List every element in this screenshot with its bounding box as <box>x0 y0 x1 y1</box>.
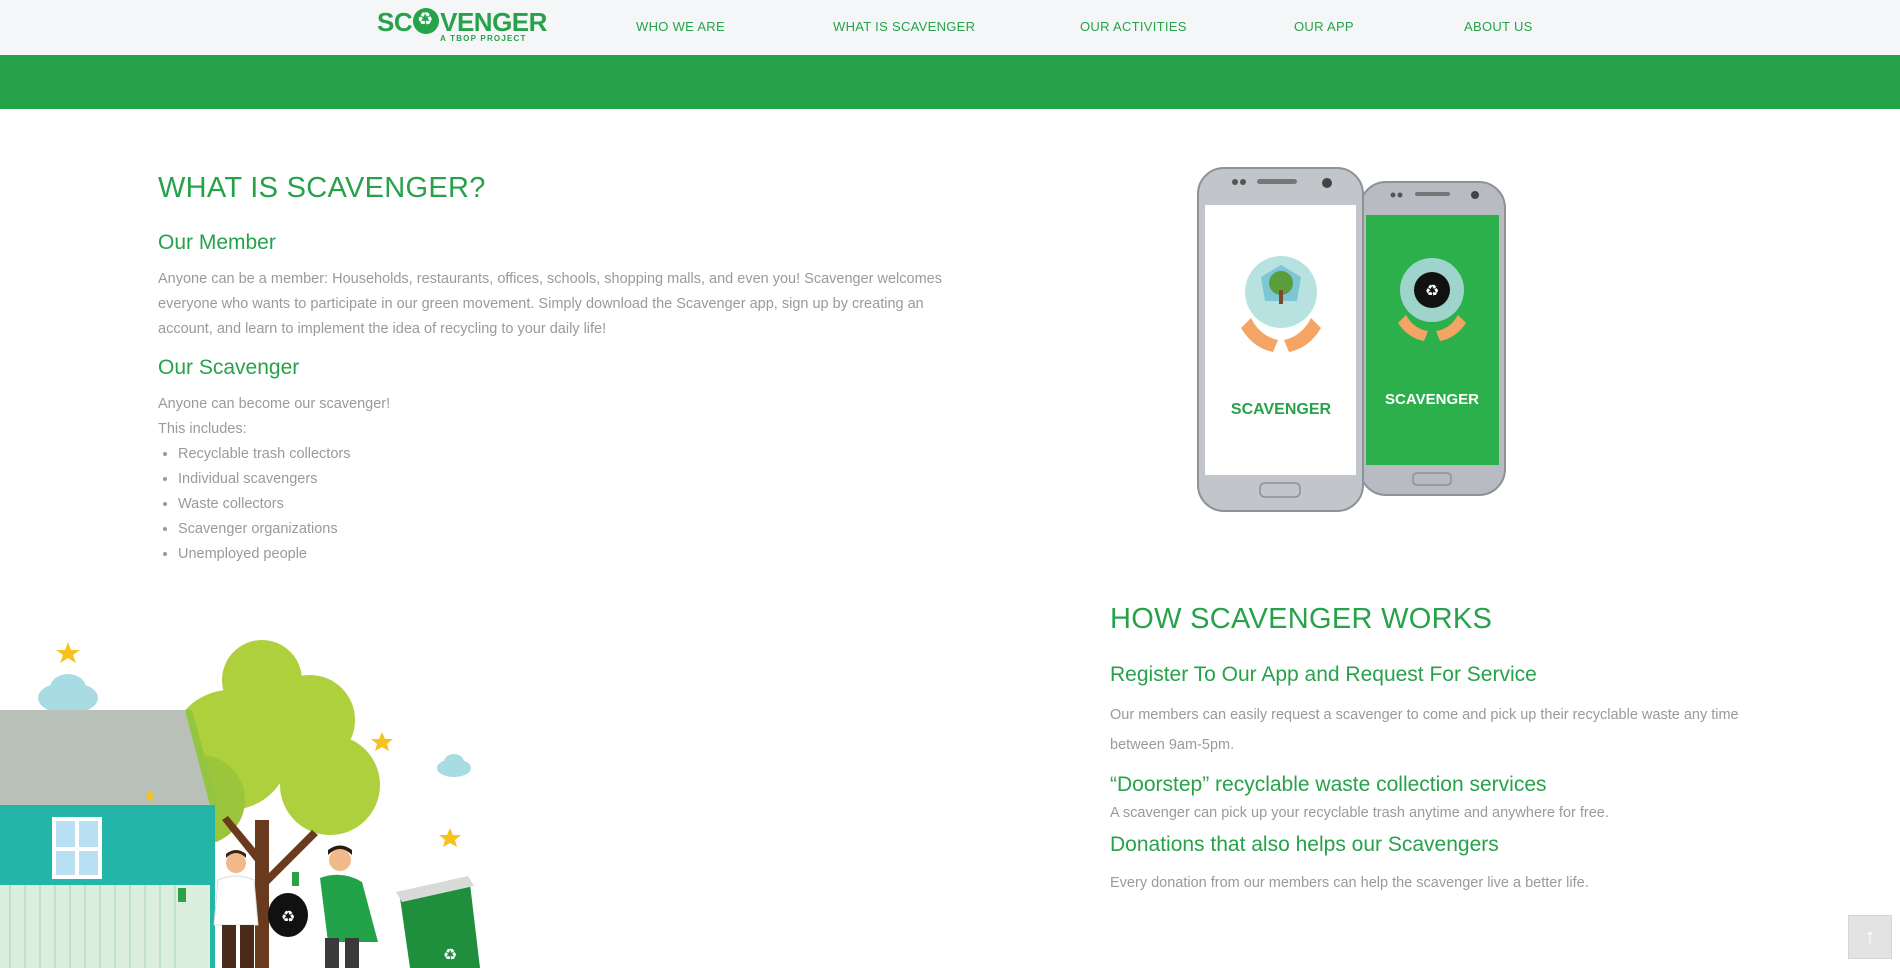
how-item-heading-doorstep: “Doorstep” recyclable waste collection s… <box>1110 773 1547 796</box>
member-heading: Our Member <box>158 231 276 254</box>
green-banner <box>0 55 1900 109</box>
phone-left-label: SCAVENGER <box>1231 401 1332 418</box>
nav-about-us[interactable]: ABOUT US <box>1464 19 1533 34</box>
list-item: Unemployed people <box>178 542 350 567</box>
scavenger-heading: Our Scavenger <box>158 356 300 379</box>
how-item-text-doorstep: A scavenger can pick up your recyclable … <box>1110 805 1609 821</box>
nav-who-we-are[interactable]: WHO WE ARE <box>636 19 725 34</box>
how-item-text-register: Our members can easily request a scaveng… <box>1110 707 1739 753</box>
how-works-title: HOW SCAVENGER WORKS <box>1110 603 1493 635</box>
how-item-heading-donations: Donations that also helps our Scavengers <box>1110 833 1499 856</box>
list-item: Individual scavengers <box>178 467 350 492</box>
scavenger-includes: This includes: <box>158 421 247 437</box>
arrow-up-icon: ↑ <box>1864 924 1876 949</box>
what-is-title: WHAT IS SCAVENGER? <box>158 172 486 204</box>
back-to-top-button[interactable]: ↑ <box>1848 915 1892 959</box>
scavenger-logo[interactable]: SCVENGER A TBOP PROJECT <box>377 7 547 43</box>
how-item-text-donations: Every donation from our members can help… <box>1110 875 1589 891</box>
svg-text:♻: ♻ <box>1425 281 1439 300</box>
member-text: Anyone can be a member: Households, rest… <box>158 271 942 337</box>
how-item-heading-register: Register To Our App and Request For Serv… <box>1110 663 1537 686</box>
list-item: Waste collectors <box>178 492 350 517</box>
list-item: Recyclable trash collectors <box>178 442 350 467</box>
recycle-icon <box>413 8 440 34</box>
site-header: SCVENGER A TBOP PROJECT WHO WE ARE WHAT … <box>0 0 1900 55</box>
scavenger-illustration: ♻ ♻ <box>0 640 480 968</box>
phone-right-label: SCAVENGER <box>1385 391 1479 408</box>
logo-tagline: A TBOP PROJECT <box>440 34 527 43</box>
svg-text:♻: ♻ <box>443 945 457 964</box>
scavenger-intro: Anyone can become our scavenger! <box>158 396 391 412</box>
app-phones-image: ♻ SCAVENGER SCAVENGER <box>1197 167 1506 512</box>
scavenger-list: Recyclable trash collectors Individual s… <box>158 442 350 567</box>
nav-our-activities[interactable]: OUR ACTIVITIES <box>1080 19 1187 34</box>
nav-our-app[interactable]: OUR APP <box>1294 19 1354 34</box>
list-item: Scavenger organizations <box>178 517 350 542</box>
nav-what-is-scavenger[interactable]: WHAT IS SCAVENGER <box>833 19 975 34</box>
svg-text:♻: ♻ <box>281 907 295 926</box>
